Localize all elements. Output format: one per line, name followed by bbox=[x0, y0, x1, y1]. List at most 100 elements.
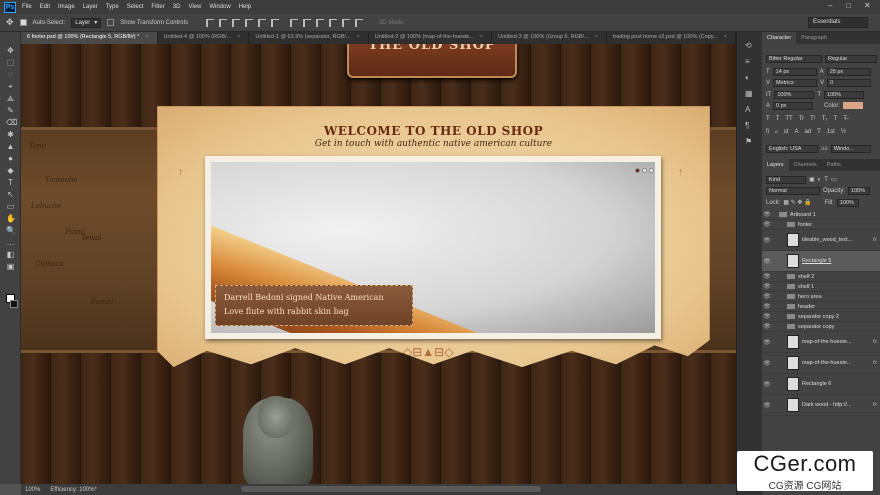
close-icon[interactable]: × bbox=[724, 34, 727, 40]
menu-window[interactable]: Window bbox=[209, 4, 230, 10]
doc-tab-active[interactable]: 6 footer.psd @ 100% (Rectangle 5, RGB/8#… bbox=[21, 32, 158, 44]
strikethrough-button[interactable]: T̶ bbox=[843, 116, 847, 122]
maximize-button[interactable]: □ bbox=[846, 1, 851, 10]
horizontal-scrollbar[interactable] bbox=[241, 486, 541, 492]
minimize-button[interactable]: – bbox=[828, 1, 832, 10]
auto-select-dropdown[interactable]: Layer ▾ bbox=[71, 17, 102, 28]
eyedropper-tool[interactable]: ✎ bbox=[6, 106, 15, 115]
fractions-button[interactable]: ½ bbox=[841, 129, 846, 135]
align-center-icon[interactable] bbox=[257, 18, 266, 27]
layer-row[interactable]: 👁 map-of-the-hueste... fx bbox=[762, 332, 880, 353]
adjustments-icon[interactable]: ◐ bbox=[745, 74, 755, 82]
crop-tool[interactable]: ⟁ bbox=[6, 94, 15, 103]
blend-mode-dropdown[interactable]: Normal bbox=[766, 186, 820, 195]
tab-paths[interactable]: Paths bbox=[822, 159, 846, 171]
titling-alternates-button[interactable]: T bbox=[817, 129, 821, 135]
filter-shape-icon[interactable]: ▭ bbox=[831, 176, 837, 183]
quick-select-tool[interactable]: ⌖ bbox=[6, 82, 15, 91]
history-brush-tool[interactable]: ● bbox=[6, 154, 15, 163]
menu-edit[interactable]: Edit bbox=[40, 4, 50, 10]
faux-italic-button[interactable]: T bbox=[776, 116, 780, 122]
slider-dot[interactable] bbox=[635, 168, 640, 173]
doc-tab[interactable]: Untitled-4 @ 100% (RGB/... × bbox=[158, 32, 250, 44]
menu-view[interactable]: View bbox=[188, 4, 201, 10]
paragraph-icon[interactable]: ¶ bbox=[745, 122, 755, 130]
layer-row[interactable]: 👁 shelf 2 bbox=[762, 272, 880, 282]
leading-field[interactable]: 28 px bbox=[826, 67, 871, 76]
layer-row[interactable]: 👁 Rectangle 5 bbox=[762, 251, 880, 272]
distribute-bottom-icon[interactable] bbox=[315, 18, 324, 27]
menu-file[interactable]: File bbox=[22, 4, 32, 10]
pen-tool[interactable]: ✋ bbox=[6, 214, 16, 223]
layer-row[interactable]: 👁 Rectangle 6 bbox=[762, 374, 880, 395]
layer-row[interactable]: 👁 tileable_wood_text... fx bbox=[762, 230, 880, 251]
lasso-tool[interactable]: ◌ bbox=[6, 70, 15, 79]
visibility-eye-icon[interactable]: 👁 bbox=[762, 360, 772, 367]
filter-type-icon[interactable]: T bbox=[824, 177, 828, 183]
glyphs-icon[interactable]: ⚑ bbox=[745, 138, 755, 146]
stamp-tool[interactable]: ▲ bbox=[6, 142, 15, 151]
horizontal-scale-field[interactable]: 100% bbox=[824, 90, 865, 99]
swash-button[interactable]: A bbox=[794, 129, 798, 135]
align-right-icon[interactable] bbox=[270, 18, 279, 27]
layer-filter-dropdown[interactable]: Kind bbox=[766, 175, 806, 184]
kerning-field[interactable]: Metrics bbox=[773, 78, 818, 87]
background-color-swatch[interactable] bbox=[10, 300, 18, 308]
distribute-center-icon[interactable] bbox=[341, 18, 350, 27]
vertical-scale-field[interactable]: 100% bbox=[774, 90, 815, 99]
align-left-icon[interactable] bbox=[244, 18, 253, 27]
close-icon[interactable]: × bbox=[595, 34, 598, 40]
ordinals-button[interactable]: 1st bbox=[827, 129, 835, 135]
zoom-level[interactable]: 100% bbox=[25, 487, 40, 493]
visibility-eye-icon[interactable]: 👁 bbox=[762, 237, 772, 244]
layer-row[interactable]: 👁 hero area bbox=[762, 292, 880, 302]
layer-effects-icon[interactable]: fx bbox=[873, 237, 877, 243]
marquee-tool[interactable]: ⬚ bbox=[6, 58, 15, 67]
eraser-tool[interactable]: ◆ bbox=[6, 166, 15, 175]
visibility-eye-icon[interactable]: 👁 bbox=[762, 303, 772, 310]
layer-effects-icon[interactable]: fx bbox=[873, 402, 877, 408]
history-icon[interactable]: ⟲ bbox=[745, 42, 755, 50]
font-family-dropdown[interactable]: Bitter Regular bbox=[766, 54, 822, 63]
tracking-field[interactable]: 0 bbox=[827, 78, 872, 87]
slider-dot[interactable] bbox=[649, 168, 654, 173]
baseline-field[interactable]: 0 px bbox=[773, 101, 814, 110]
fill-field[interactable]: 100% bbox=[836, 198, 859, 207]
lock-icons[interactable]: ▦ ✎ ✥ 🔒 bbox=[783, 199, 811, 206]
align-middle-icon[interactable] bbox=[218, 18, 227, 27]
doc-tab[interactable]: Untitled-2 @ 100% (map-of-the-hueste... × bbox=[369, 32, 493, 44]
faux-bold-button[interactable]: T bbox=[766, 116, 770, 122]
distribute-top-icon[interactable] bbox=[289, 18, 298, 27]
font-style-dropdown[interactable]: Regular bbox=[825, 54, 877, 63]
distribute-middle-icon[interactable] bbox=[302, 18, 311, 27]
layer-effects-icon[interactable]: fx bbox=[873, 360, 877, 366]
distribute-right-icon[interactable] bbox=[354, 18, 363, 27]
ligatures-button[interactable]: fi bbox=[766, 129, 769, 135]
close-icon[interactable]: × bbox=[480, 34, 483, 40]
menu-select[interactable]: Select bbox=[127, 4, 144, 10]
doc-tab[interactable]: trading post home v2.psd @ 100% (Copy...… bbox=[607, 32, 736, 44]
tab-character[interactable]: Character bbox=[762, 32, 797, 44]
doc-tab[interactable]: Untitled-3 @ 100% (Group 6, RGB/... × bbox=[492, 32, 607, 44]
character-icon[interactable]: A bbox=[745, 106, 755, 114]
close-icon[interactable]: × bbox=[237, 34, 240, 40]
visibility-eye-icon[interactable]: 👁 bbox=[762, 339, 772, 346]
path-select-tool[interactable]: … bbox=[6, 238, 15, 247]
type-tool[interactable]: 🔍 bbox=[6, 226, 16, 235]
filter-adjust-icon[interactable]: ◐ bbox=[818, 177, 822, 183]
visibility-eye-icon[interactable]: 👁 bbox=[762, 293, 772, 300]
visibility-eye-icon[interactable]: 👁 bbox=[762, 273, 772, 280]
close-window-button[interactable]: ✕ bbox=[864, 1, 871, 10]
close-icon[interactable]: × bbox=[145, 34, 148, 40]
distribute-left-icon[interactable] bbox=[328, 18, 337, 27]
language-dropdown[interactable]: English: USA bbox=[766, 144, 818, 153]
gradient-tool[interactable]: T bbox=[6, 178, 15, 187]
visibility-eye-icon[interactable]: 👁 bbox=[762, 402, 772, 409]
brush-tool[interactable]: ✱ bbox=[6, 130, 15, 139]
layer-row[interactable]: 👁 separator copy bbox=[762, 322, 880, 332]
layer-effects-icon[interactable]: fx bbox=[873, 339, 877, 345]
small-caps-button[interactable]: Tr bbox=[799, 116, 804, 122]
menu-image[interactable]: Image bbox=[58, 4, 75, 10]
layer-row[interactable]: 👁 footer bbox=[762, 220, 880, 230]
tab-layers[interactable]: Layers bbox=[762, 159, 789, 171]
